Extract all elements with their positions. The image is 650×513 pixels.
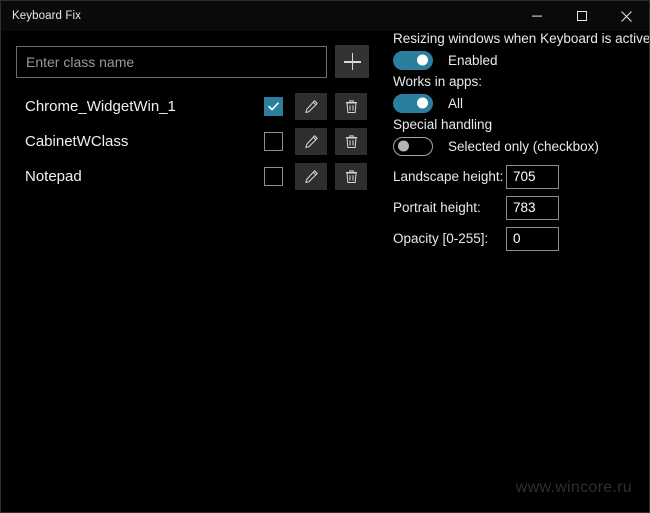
- class-list-pane: Chrome_WidgetWin_1: [1, 31, 386, 194]
- opacity-label: Opacity [0-255]:: [393, 231, 489, 246]
- toggle-knob: [398, 140, 409, 152]
- class-name-label: Chrome_WidgetWin_1: [25, 98, 176, 115]
- special-handling-toggle[interactable]: [393, 136, 433, 156]
- row-controls: [264, 93, 367, 120]
- row-controls: [264, 128, 367, 155]
- portrait-height-input[interactable]: [506, 195, 559, 220]
- pencil-icon: [304, 169, 319, 184]
- close-button[interactable]: [604, 1, 649, 31]
- watermark: www.wincore.ru: [515, 479, 632, 496]
- row-checkbox[interactable]: [264, 97, 283, 116]
- maximize-button[interactable]: [559, 1, 604, 31]
- row-checkbox[interactable]: [264, 167, 283, 186]
- row-checkbox[interactable]: [264, 132, 283, 151]
- settings-pane: Resizing windows when Keyboard is active…: [393, 31, 650, 253]
- special-handling-heading: Special handling: [393, 117, 493, 132]
- class-list: Chrome_WidgetWin_1 CabinetWClass Notepad: [1, 89, 386, 194]
- resizing-heading: Resizing windows when Keyboard is active: [393, 31, 650, 46]
- special-handling-toggle-label: Selected only (checkbox): [448, 138, 599, 154]
- edit-button[interactable]: [295, 163, 327, 190]
- portrait-height-label: Portrait height:: [393, 200, 481, 215]
- special-handling-toggle-row: Selected only (checkbox): [393, 132, 649, 160]
- close-icon: [620, 10, 633, 23]
- works-in-apps-heading: Works in apps:: [393, 74, 483, 89]
- special-handling-setting: Special handling Selected only (checkbox…: [393, 117, 649, 160]
- table-row[interactable]: Notepad: [25, 159, 386, 194]
- window-title: Keyboard Fix: [12, 10, 81, 22]
- table-row[interactable]: CabinetWClass: [25, 124, 386, 159]
- minimize-icon: [531, 10, 543, 22]
- delete-button[interactable]: [335, 93, 367, 120]
- pencil-icon: [304, 99, 319, 114]
- landscape-height-row: Landscape height:: [393, 162, 649, 191]
- row-controls: [264, 163, 367, 190]
- toggle-knob: [417, 97, 428, 109]
- maximize-icon: [576, 10, 588, 22]
- app-window: Keyboard Fix Chrome_Wid: [0, 0, 650, 513]
- class-name-label: Notepad: [25, 168, 82, 185]
- plus-icon: [343, 53, 361, 70]
- opacity-input[interactable]: [506, 226, 559, 251]
- works-in-apps-toggle[interactable]: [393, 93, 433, 113]
- landscape-height-input[interactable]: [506, 164, 559, 189]
- works-in-apps-toggle-label: All: [448, 95, 464, 111]
- trash-icon: [344, 99, 359, 114]
- works-in-apps-toggle-row: All: [393, 89, 649, 117]
- portrait-height-row: Portrait height:: [393, 193, 649, 222]
- check-icon: [267, 100, 280, 113]
- delete-button[interactable]: [335, 163, 367, 190]
- class-name-label: CabinetWClass: [25, 133, 129, 150]
- add-class-button[interactable]: [335, 45, 369, 78]
- table-row[interactable]: Chrome_WidgetWin_1: [25, 89, 386, 124]
- pencil-icon: [304, 134, 319, 149]
- add-class-row: [1, 31, 386, 78]
- minimize-button[interactable]: [514, 1, 559, 31]
- resizing-toggle-label: Enabled: [448, 52, 498, 68]
- trash-icon: [344, 134, 359, 149]
- class-name-input[interactable]: [16, 45, 327, 78]
- trash-icon: [344, 169, 359, 184]
- edit-button[interactable]: [295, 128, 327, 155]
- delete-button[interactable]: [335, 128, 367, 155]
- resizing-toggle[interactable]: [393, 50, 433, 70]
- title-bar: Keyboard Fix: [1, 1, 649, 31]
- works-in-apps-setting: Works in apps: All: [393, 74, 649, 117]
- landscape-height-label: Landscape height:: [393, 169, 504, 184]
- opacity-row: Opacity [0-255]:: [393, 224, 649, 253]
- resizing-toggle-row: Enabled: [393, 46, 649, 74]
- edit-button[interactable]: [295, 93, 327, 120]
- toggle-knob: [417, 54, 428, 66]
- resizing-setting: Resizing windows when Keyboard is active…: [393, 31, 650, 74]
